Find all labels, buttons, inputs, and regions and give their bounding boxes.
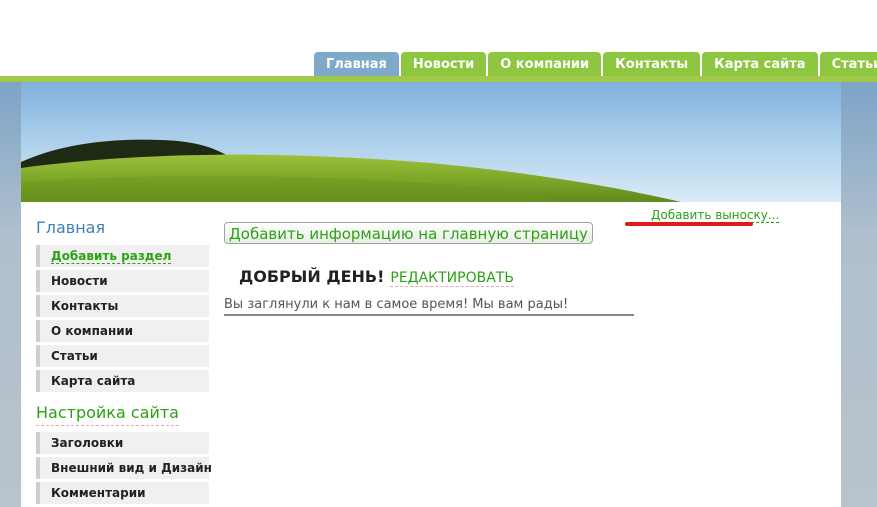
sidebar-item-articles[interactable]: Статьи: [36, 345, 209, 367]
page-side-band-left: [0, 82, 21, 507]
sidebar-item-sitemap[interactable]: Карта сайта: [36, 370, 209, 392]
page-side-band-right: [841, 82, 877, 507]
add-info-button[interactable]: Добавить информацию на главную страницу: [224, 222, 593, 244]
nav-tab-news[interactable]: Новости: [400, 52, 487, 76]
sidebar-item-label: Добавить раздел: [51, 249, 172, 264]
sidebar-item-comments[interactable]: Комментарии: [36, 482, 209, 504]
nav-tab-home[interactable]: Главная: [314, 52, 399, 76]
sidebar-heading-site-settings[interactable]: Настройка сайта: [36, 402, 179, 426]
header-banner-image: [21, 82, 841, 202]
nav-tab-articles[interactable]: Статьи: [819, 52, 877, 76]
top-nav: Главная Новости О компании Контакты Карт…: [314, 52, 877, 76]
nav-tab-contacts[interactable]: Контакты: [603, 52, 701, 76]
edit-link[interactable]: РЕДАКТИРОВАТЬ: [390, 270, 514, 287]
nav-tab-sitemap[interactable]: Карта сайта: [702, 52, 818, 76]
sidebar-item-appearance[interactable]: Внешний вид и Дизайн: [36, 457, 212, 479]
sidebar-item-about[interactable]: О компании: [36, 320, 209, 342]
sidebar-item-add-section[interactable]: Добавить раздел: [36, 245, 209, 267]
welcome-text: Вы заглянули к нам в самое время! Мы вам…: [224, 296, 634, 316]
site-settings-group: Настройка сайта Заголовки Внешний вид и …: [36, 402, 212, 504]
greeting-row: ДОБРЫЙ ДЕНЬ! РЕДАКТИРОВАТЬ: [239, 266, 514, 289]
sidebar-item-news[interactable]: Новости: [36, 270, 209, 292]
sidebar-item-headings[interactable]: Заголовки: [36, 432, 209, 454]
greeting-title: ДОБРЫЙ ДЕНЬ!: [239, 267, 385, 286]
highlight-annotation-line: [625, 222, 753, 226]
main-content: Главная Добавить раздел Новости Контакты…: [21, 202, 841, 507]
banner-landscape: [21, 139, 681, 202]
sidebar: Главная Добавить раздел Новости Контакты…: [36, 217, 212, 507]
add-callout-link[interactable]: Добавить выноску...: [651, 208, 780, 223]
sidebar-item-contacts[interactable]: Контакты: [36, 295, 209, 317]
sidebar-heading-main: Главная: [36, 218, 106, 237]
nav-tab-about[interactable]: О компании: [488, 52, 602, 76]
